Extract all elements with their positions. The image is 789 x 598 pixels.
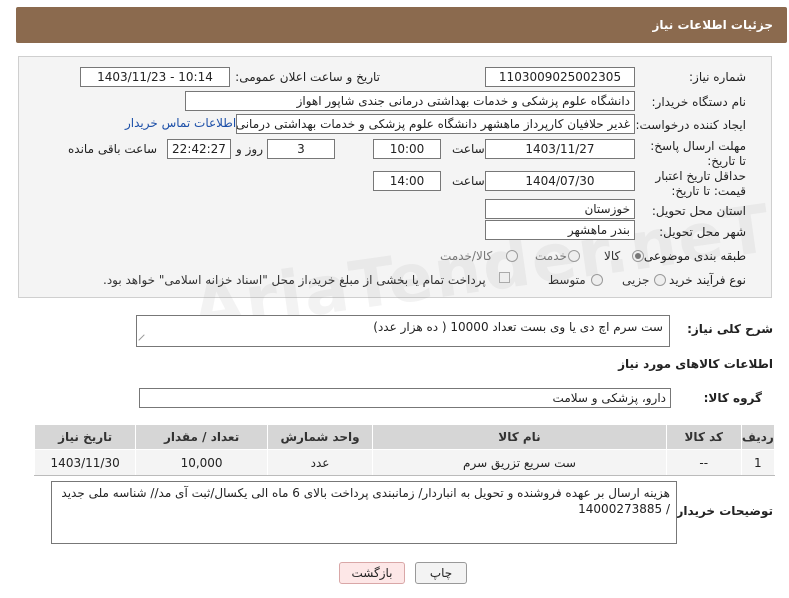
price-validity-time-label: ساعت [452, 174, 485, 188]
summary-text: ست سرم اچ دی یا وی بست تعداد 10000 ( ده … [373, 320, 663, 334]
reply-date-field: 1403/11/27 [485, 139, 635, 159]
treasury-payment-checkbox[interactable] [499, 272, 510, 283]
need-number-field: 1103009025002305 [485, 67, 635, 87]
province-label: استان محل تحویل: [651, 204, 746, 218]
treasury-payment-note: پرداخت تمام یا بخشی از مبلغ خرید،از محل … [103, 273, 486, 287]
cell-unit: عدد [266, 449, 374, 476]
province-field: خوزستان [485, 199, 635, 219]
city-label: شهر محل تحویل: [659, 225, 746, 239]
days-field: 3 [267, 139, 335, 159]
process-minor-label: جزیی [622, 273, 650, 287]
page-title: جزئیات اطلاعات نیاز [16, 7, 787, 43]
cell-row: 1 [740, 449, 776, 476]
reply-time-label: ساعت [452, 142, 485, 156]
cell-qty: 10,000 [135, 449, 268, 476]
category-goods-radio[interactable] [632, 250, 644, 262]
col-code-header: کد کالا [665, 424, 742, 450]
category-label: طبقه بندی موضوعی: [639, 249, 746, 263]
items-table-header: ردیف کد کالا نام کالا واحد شمارش تعداد /… [33, 424, 776, 450]
process-minor-radio[interactable] [654, 274, 666, 286]
price-validity-time-field: 14:00 [373, 171, 441, 191]
need-number-label: شماره نیاز: [689, 70, 746, 84]
buyer-notes-label: توضیحات خریدار: [671, 504, 773, 518]
announce-date-label: تاریخ و ساعت اعلان عمومی: [235, 70, 380, 84]
items-table: ردیف کد کالا نام کالا واحد شمارش تعداد /… [33, 424, 776, 476]
process-medium-radio[interactable] [591, 274, 603, 286]
category-goods-service-radio[interactable] [506, 250, 518, 262]
reply-time-field: 10:00 [373, 139, 441, 159]
goods-group-field: دارو، پزشکی و سلامت [139, 388, 671, 408]
col-row-header: ردیف [740, 424, 776, 450]
days-label: روز و [236, 142, 263, 156]
cell-date: 1403/11/30 [33, 449, 137, 476]
col-name-header: نام کالا [372, 424, 667, 450]
buyer-contact-link[interactable]: اطلاعات تماس خریدار [125, 116, 236, 130]
city-field: بندر ماهشهر [485, 220, 635, 240]
table-row: 1 -- ست سریع تزریق سرم عدد 10,000 1403/1… [33, 449, 776, 476]
print-button[interactable]: چاپ [415, 562, 467, 584]
goods-group-label: گروه کالا: [703, 391, 762, 405]
requester-label: ایجاد کننده درخواست: [635, 118, 746, 132]
back-button[interactable]: بازگشت [339, 562, 405, 584]
process-medium-label: متوسط [548, 273, 586, 287]
remaining-time-field: 22:42:27 [167, 139, 231, 159]
cell-code: -- [665, 449, 742, 476]
category-goods-service-label: کالا/خدمت [440, 249, 493, 263]
remaining-time-label: ساعت باقی مانده [68, 142, 158, 156]
resize-grip-icon[interactable] [138, 334, 150, 346]
col-qty-header: تعداد / مقدار [135, 424, 268, 450]
buyer-org-label: نام دستگاه خریدار: [651, 95, 747, 109]
col-unit-header: واحد شمارش [266, 424, 374, 450]
cell-name: ست سریع تزریق سرم [372, 449, 667, 476]
buyer-notes-textarea[interactable]: هزینه ارسال بر عهده فروشنده و تحویل به ا… [51, 481, 677, 544]
requester-field: غدیر حلافیان کارپرداز ماهشهر دانشگاه علو… [236, 114, 635, 134]
category-goods-label: کالا [604, 249, 621, 263]
process-type-label: نوع فرآیند خرید : [661, 273, 746, 287]
goods-info-title: اطلاعات کالاهای مورد نیاز [618, 357, 773, 371]
announce-date-field: 1403/11/23 - 10:14 [80, 67, 230, 87]
category-service-radio[interactable] [568, 250, 580, 262]
reply-deadline-label: مهلت ارسال پاسخ: تا تاریخ: [650, 139, 746, 168]
buyer-org-field: دانشگاه علوم پزشکی و خدمات بهداشتی درمان… [185, 91, 635, 111]
buyer-notes-text: هزینه ارسال بر عهده فروشنده و تحویل به ا… [61, 486, 670, 516]
summary-textarea[interactable]: ست سرم اچ دی یا وی بست تعداد 10000 ( ده … [136, 315, 670, 347]
price-validity-date-field: 1404/07/30 [485, 171, 635, 191]
col-date-header: تاریخ نیاز [33, 424, 137, 450]
summary-label: شرح کلی نیاز: [687, 322, 773, 336]
price-validity-label: حداقل تاریخ اعتبار قیمت: تا تاریخ: [655, 169, 746, 198]
category-service-label: خدمت [535, 249, 567, 263]
